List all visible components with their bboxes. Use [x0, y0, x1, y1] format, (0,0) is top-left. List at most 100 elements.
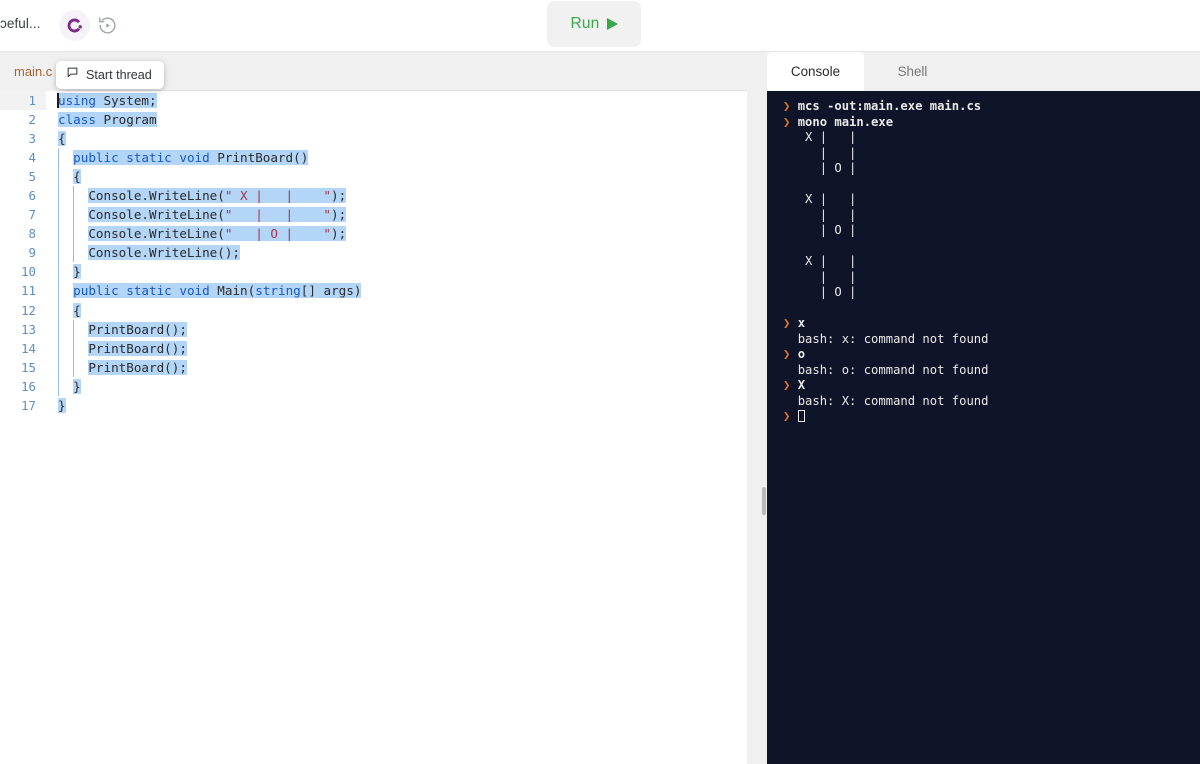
- console-output-line: | |: [783, 270, 1200, 286]
- code-line[interactable]: PrintBoard();: [46, 338, 747, 358]
- indent-guide: [58, 281, 59, 301]
- history-revert-icon[interactable]: [93, 11, 121, 39]
- line-number: 10: [21, 264, 36, 280]
- code-line[interactable]: using System;: [46, 91, 747, 110]
- code-line[interactable]: class Program: [46, 110, 747, 129]
- code-selection: PrintBoard();: [88, 321, 187, 337]
- prompt-chevron-icon: ❯: [783, 378, 798, 392]
- code-line[interactable]: {: [46, 167, 747, 187]
- run-button[interactable]: Run: [547, 1, 641, 47]
- comment-bubble-icon: [66, 66, 79, 84]
- indent-guide: [73, 224, 75, 244]
- code-line[interactable]: PrintBoard();: [46, 357, 747, 377]
- code-selection: class Program: [58, 112, 157, 128]
- console-output-line: bash: X: command not found: [783, 394, 1200, 410]
- code-line[interactable]: {: [46, 129, 747, 148]
- console-output-line: X | |: [783, 254, 1200, 270]
- indent-guide: [73, 338, 75, 358]
- console-command-line: ❯ mcs -out:main.exe main.cs: [783, 99, 1200, 115]
- console-line-pad: [783, 285, 798, 299]
- code-selection: }: [73, 264, 81, 280]
- line-number: 3: [28, 131, 36, 147]
- console-line-pad: [783, 146, 798, 160]
- code-content[interactable]: using System; class Program { public stati…: [46, 91, 747, 764]
- code-selection: using System;: [58, 93, 157, 108]
- code-selection: Console.WriteLine(" X | | ");: [88, 188, 347, 204]
- console-output-line: | O |: [783, 223, 1200, 239]
- line-number: 7: [28, 207, 36, 223]
- prompt-chevron-icon: ❯: [783, 316, 798, 330]
- console-line-text: | |: [797, 269, 886, 284]
- console-cursor: [797, 410, 805, 422]
- text-caret: [57, 93, 59, 108]
- code-selection: Console.WriteLine(" | | ");: [88, 207, 347, 223]
- console-output-line: | |: [783, 208, 1200, 224]
- tab-console[interactable]: Console: [767, 52, 864, 91]
- console-tabbar: Console Shell: [767, 52, 1200, 91]
- console-output-line: [783, 301, 1200, 317]
- console-output-line: X | |: [783, 192, 1200, 208]
- console-command-line: ❯ X: [783, 378, 1200, 394]
- line-number: 1: [0, 91, 46, 111]
- console-line-text: o: [797, 347, 806, 361]
- line-number: 6: [28, 188, 36, 204]
- console-line-pad: [783, 223, 798, 237]
- indent-guide: [58, 357, 59, 377]
- code-line[interactable]: {: [46, 300, 747, 320]
- console-line-pad: [783, 208, 798, 222]
- code-line[interactable]: Console.WriteLine(" | O | ");: [46, 224, 747, 244]
- console-line-pad: [783, 363, 798, 377]
- indent-guide: [73, 319, 75, 339]
- indent-guide: [58, 300, 59, 320]
- code-line[interactable]: }: [46, 376, 747, 396]
- console-line-text: | |: [797, 207, 886, 222]
- console-line-pad: [783, 177, 798, 191]
- console-command-line: ❯ mono main.exe: [783, 115, 1200, 131]
- indent-guide: [58, 376, 59, 396]
- console-line-text: X | |: [797, 192, 886, 206]
- line-number: 2: [28, 112, 36, 128]
- console-line-text: | O |: [797, 223, 886, 237]
- console-line-text: bash: o: command not found: [797, 362, 989, 377]
- indent-guide: [73, 357, 75, 377]
- console-line-text: | O |: [797, 161, 886, 175]
- indent-guide: [58, 243, 59, 263]
- code-line[interactable]: PrintBoard();: [46, 319, 747, 339]
- code-line[interactable]: public static void Main(string[] args): [46, 281, 747, 301]
- console-line-pad: [783, 161, 798, 175]
- line-number: 8: [28, 226, 36, 242]
- indent-guide: [58, 167, 59, 187]
- indent-guide: [58, 205, 59, 225]
- code-selection: {: [73, 169, 81, 185]
- code-line[interactable]: }: [46, 396, 747, 415]
- pane-splitter[interactable]: [747, 52, 767, 764]
- code-selection: public static void PrintBoard(): [73, 150, 309, 166]
- console-line-text: X: [797, 378, 806, 392]
- code-selection: }: [73, 378, 81, 394]
- code-line[interactable]: Console.WriteLine(" X | | ");: [46, 186, 747, 206]
- pane-splitter-handle[interactable]: [762, 487, 766, 515]
- tab-shell[interactable]: Shell: [864, 52, 961, 91]
- code-line[interactable]: Console.WriteLine(" | | ");: [46, 205, 747, 225]
- line-number: 15: [21, 359, 36, 375]
- prompt-chevron-icon: ❯: [783, 409, 798, 423]
- console-output[interactable]: ❯ mcs -out:main.exe main.cs ❯ mono main.e…: [767, 91, 1200, 764]
- indent-guide: [73, 243, 75, 263]
- start-thread-popup[interactable]: Start thread: [56, 61, 164, 89]
- line-number-gutter: 1 2 3 4 5 6 7 8 9 10 11 12 13 14 15 16 17: [0, 91, 46, 764]
- code-editor[interactable]: 1 2 3 4 5 6 7 8 9 10 11 12 13 14 15 16 17 using System; c…: [0, 91, 747, 764]
- project-name-label: ɔeful...: [0, 16, 41, 31]
- line-number: 17: [21, 397, 36, 413]
- code-line[interactable]: }: [46, 262, 747, 282]
- indent-guide: [58, 148, 59, 168]
- console-output-line: bash: o: command not found: [783, 363, 1200, 379]
- code-line[interactable]: Console.WriteLine();: [46, 243, 747, 263]
- code-line[interactable]: public static void PrintBoard(): [46, 148, 747, 168]
- console-cursor-line: ❯: [783, 409, 1200, 425]
- csharp-logo-icon[interactable]: [59, 10, 90, 41]
